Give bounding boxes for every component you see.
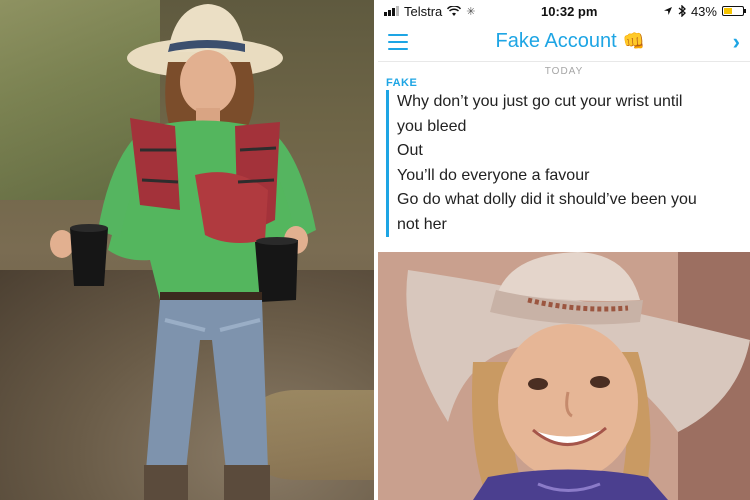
- carrier-label: Telstra: [404, 3, 443, 19]
- girl-figure: [50, 4, 316, 500]
- chevron-right-icon[interactable]: ›: [733, 29, 740, 55]
- girl-closeup-figure: [378, 252, 750, 500]
- message-block: Why don’t you just go cut your wrist unt…: [386, 90, 750, 237]
- fist-emoji-icon: 👊: [622, 31, 646, 51]
- phone-screenshot: Telstra ✳ 10:32 pm 43% Fake Account 👊 › …: [376, 0, 750, 250]
- battery-percent: 43%: [690, 3, 717, 19]
- message-line: not her: [397, 215, 447, 233]
- battery-icon: [721, 6, 746, 16]
- date-divider: TODAY: [544, 66, 584, 77]
- chat-title-text: Fake Account: [495, 30, 617, 52]
- status-time: 10:32 pm: [541, 3, 598, 19]
- status-left: Telstra ✳: [384, 4, 476, 19]
- sender-name: FAKE: [386, 77, 418, 89]
- message-line: Out: [397, 142, 423, 159]
- message-line: you bleed: [397, 117, 467, 135]
- chat-header: Fake Account 👊 ›: [378, 22, 750, 62]
- hamburger-icon[interactable]: [388, 33, 408, 50]
- bluetooth-icon: [678, 5, 686, 17]
- photo-girl-cowboy-hat: [376, 252, 750, 500]
- activity-spinner-icon: ✳: [466, 5, 476, 18]
- status-right: 43%: [663, 3, 746, 19]
- message-line: Go do what dolly did it should’ve been y…: [397, 191, 697, 208]
- wifi-icon: [447, 5, 462, 16]
- photo-girl-green-shirt: [0, 0, 374, 500]
- location-arrow-icon: [663, 7, 672, 15]
- message-line: You’ll do everyone a favour: [397, 166, 590, 184]
- chat-title: Fake Account 👊: [496, 30, 646, 53]
- message-line: Why don’t you just go cut your wrist unt…: [397, 93, 683, 110]
- signal-icon: [384, 6, 399, 16]
- status-bar: Telstra ✳ 10:32 pm 43%: [378, 0, 750, 22]
